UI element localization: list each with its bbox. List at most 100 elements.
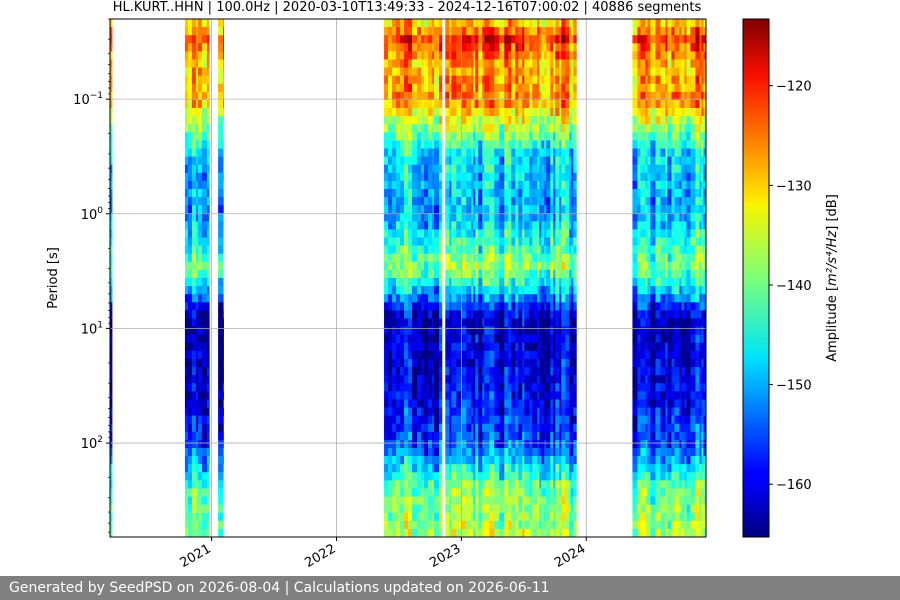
heatmap-cell (647, 67, 651, 77)
heatmap-cell (396, 59, 401, 69)
heatmap-cell (655, 415, 661, 425)
heatmap-cell (388, 229, 393, 239)
heatmap-cell (475, 278, 479, 287)
heatmap-cell (408, 431, 413, 441)
heatmap-cell (191, 116, 197, 125)
heatmap-cell (184, 528, 189, 537)
heatmap-cell (445, 75, 450, 85)
heatmap-cell (392, 83, 397, 93)
heatmap-cell (475, 350, 479, 360)
heatmap-cell (511, 302, 516, 311)
heatmap-cell (428, 261, 433, 271)
heatmap-cell (660, 108, 666, 117)
heatmap-cell (424, 423, 429, 433)
heatmap-cell (384, 423, 389, 433)
heatmap-cell (550, 520, 554, 530)
heatmap-cell (434, 294, 440, 303)
heatmap-cell (445, 358, 450, 368)
heatmap-cell (187, 447, 193, 457)
heatmap-cell (388, 439, 393, 449)
heatmap-cell (396, 83, 401, 93)
heatmap-cell (494, 172, 500, 182)
heatmap-cell (655, 488, 661, 498)
heatmap-cell (671, 237, 675, 247)
heatmap-cell (424, 205, 429, 214)
heatmap-cell (524, 504, 530, 514)
heatmap-cell (478, 334, 483, 344)
heatmap-cell (384, 188, 389, 198)
heatmap-cell (550, 229, 554, 239)
heatmap-cell (632, 294, 638, 303)
heatmap-cell (384, 116, 389, 125)
heatmap-cell (524, 156, 530, 166)
heatmap-cell (184, 172, 189, 182)
heatmap-cell (428, 19, 433, 28)
heatmap-cell (650, 148, 656, 158)
heatmap-cell (408, 391, 413, 400)
heatmap-cell (384, 278, 389, 287)
heatmap-cell (681, 415, 685, 425)
heatmap-cell (667, 116, 672, 125)
heatmap-cell (499, 456, 505, 465)
heatmap-cell (667, 51, 672, 61)
heatmap-cell (208, 488, 210, 498)
heatmap-cell (187, 399, 193, 409)
heatmap-cell (412, 51, 418, 61)
heatmap-cell (518, 294, 523, 303)
heatmap-cell (561, 108, 566, 117)
heatmap-cell (404, 520, 409, 530)
heatmap-cell (655, 197, 661, 206)
heatmap-cell (456, 520, 462, 530)
heatmap-cell (550, 83, 554, 93)
heatmap-cell (428, 237, 433, 247)
heatmap-cell (518, 148, 523, 158)
heatmap-cell (218, 367, 224, 376)
heatmap-cell (466, 383, 472, 392)
heatmap-cell (197, 358, 203, 368)
heatmap-cell (511, 253, 516, 263)
heatmap-cell (529, 51, 533, 61)
heatmap-cell (632, 156, 638, 166)
heatmap-cell (550, 35, 554, 44)
heatmap-cell (541, 472, 545, 481)
heatmap-cell (396, 367, 401, 376)
heatmap-cell (681, 188, 685, 198)
heatmap-cell (412, 27, 418, 36)
heatmap-cell (439, 504, 443, 514)
heatmap-cell (461, 456, 467, 465)
heatmap-cell (456, 99, 462, 109)
heatmap-cell (417, 197, 422, 206)
heatmap-cell (404, 472, 409, 481)
heatmap-cell (529, 221, 533, 231)
heatmap-cell (550, 108, 554, 117)
heatmap-cell (396, 237, 401, 247)
heatmap-cell (532, 342, 538, 352)
heatmap-cell (223, 334, 224, 344)
heatmap-cell (484, 342, 490, 352)
heatmap-cell (417, 278, 422, 287)
heatmap-cell (478, 528, 483, 537)
heatmap-cell (417, 488, 422, 498)
heatmap-cell (424, 132, 429, 141)
heatmap-cell (434, 496, 440, 506)
heatmap-cell (461, 318, 467, 328)
heatmap-cell (660, 496, 666, 506)
heatmap-cell (184, 415, 189, 425)
heatmap-cell (561, 512, 566, 522)
heatmap-cell (660, 229, 666, 239)
heatmap-cell (191, 504, 197, 514)
heatmap-cell (184, 245, 189, 255)
heatmap-cell (404, 172, 409, 182)
heatmap-cell (475, 512, 479, 522)
heatmap-cell (640, 350, 646, 360)
heatmap-cell (489, 132, 495, 141)
heatmap-cell (223, 350, 224, 360)
heatmap-cell (504, 447, 509, 457)
heatmap-cell (640, 253, 646, 263)
heatmap-cell (541, 261, 545, 271)
heatmap-cell (655, 132, 661, 141)
heatmap-cell (392, 383, 397, 392)
heatmap-cell (408, 51, 413, 61)
heatmap-cell (565, 528, 570, 537)
heatmap-cell (445, 19, 450, 28)
